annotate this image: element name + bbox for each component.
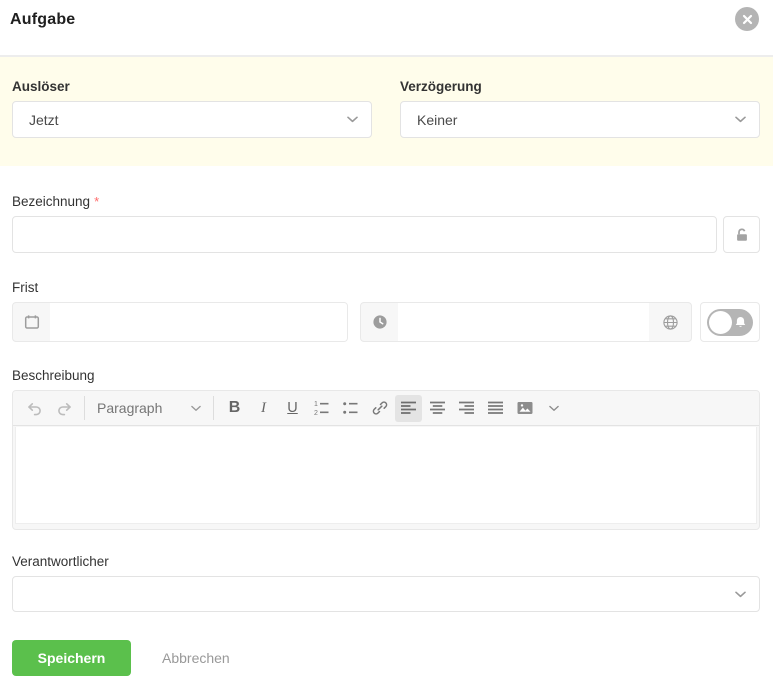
undo-button[interactable] (21, 395, 48, 422)
align-left-button[interactable] (395, 394, 422, 422)
justify-icon (487, 401, 504, 415)
trigger-section: Auslöser Jetzt Verzögerung Keiner (0, 57, 773, 166)
justify-button[interactable] (482, 395, 509, 422)
align-left-icon (400, 401, 417, 415)
svg-text:2: 2 (314, 410, 318, 416)
time-input[interactable] (398, 303, 649, 341)
bold-button[interactable]: B (221, 395, 248, 422)
cancel-button[interactable]: Abbrechen (162, 650, 230, 666)
numbered-list-button[interactable]: 12 (308, 395, 335, 422)
bullet-list-icon (342, 400, 359, 416)
reminder-toggle[interactable] (700, 302, 760, 342)
align-center-button[interactable] (424, 395, 451, 422)
chevron-down-icon (735, 591, 746, 598)
undo-icon (26, 399, 44, 417)
trigger-select-value: Jetzt (29, 111, 59, 128)
lock-button[interactable] (723, 216, 760, 253)
reminder-toggle-track (707, 308, 753, 336)
lock-open-icon (734, 227, 750, 243)
designation-label: Bezeichnung * (12, 194, 760, 210)
delay-select-value: Keiner (417, 111, 458, 128)
description-editor-content[interactable] (15, 427, 757, 524)
deadline-field: Frist (12, 280, 760, 342)
close-button[interactable] (735, 7, 759, 31)
link-icon (371, 399, 389, 417)
delay-select[interactable]: Keiner (400, 101, 760, 138)
reminder-toggle-knob (709, 310, 732, 334)
bullet-list-button[interactable] (337, 395, 364, 422)
responsible-field: Verantwortlicher (12, 554, 760, 612)
deadline-label: Frist (12, 280, 39, 295)
italic-button[interactable]: I (250, 395, 277, 422)
dialog-actions: Speichern Abbrechen (12, 640, 760, 687)
image-icon (516, 400, 534, 416)
align-right-button[interactable] (453, 395, 480, 422)
designation-field: Bezeichnung * (12, 194, 760, 253)
form-body: Bezeichnung * Frist Beschreibung Paragra… (0, 194, 773, 687)
align-right-icon (458, 401, 475, 415)
link-button[interactable] (366, 395, 393, 422)
responsible-label: Verantwortlicher (12, 554, 109, 569)
close-icon (742, 14, 753, 25)
paragraph-style-value: Paragraph (97, 400, 163, 416)
responsible-select[interactable] (12, 576, 760, 612)
date-input[interactable] (50, 303, 347, 341)
dialog-header: Aufgabe (0, 0, 773, 57)
rich-text-editor: Paragraph B I U 12 (12, 390, 760, 530)
svg-text:1: 1 (314, 401, 318, 408)
insert-image-button[interactable] (511, 395, 538, 422)
designation-label-text: Bezeichnung (12, 194, 91, 209)
editor-toolbar: Paragraph B I U 12 (13, 391, 759, 426)
toolbar-separator (213, 396, 214, 420)
date-input-group (12, 302, 348, 342)
time-input-group (360, 302, 692, 342)
align-center-icon (429, 401, 446, 415)
dialog-title: Aufgabe (10, 11, 76, 28)
paragraph-style-dropdown[interactable]: Paragraph (91, 395, 207, 422)
chevron-down-icon (735, 116, 746, 123)
designation-input[interactable] (12, 216, 717, 253)
task-dialog: Aufgabe Auslöser Jetzt Verzögerung Keine… (0, 0, 773, 687)
chevron-down-icon (548, 405, 559, 412)
delay-label: Verzögerung (400, 79, 482, 94)
delay-field: Verzögerung Keiner (400, 79, 760, 138)
description-field: Beschreibung Paragraph B I U 1 2 (12, 368, 760, 530)
description-label: Beschreibung (12, 368, 95, 383)
more-options-button[interactable] (540, 395, 567, 422)
trigger-field: Auslöser Jetzt (12, 79, 372, 138)
numbered-list-icon: 12 (313, 400, 330, 416)
trigger-select[interactable]: Jetzt (12, 101, 372, 138)
chevron-down-icon (347, 116, 358, 123)
underline-button[interactable]: U (279, 395, 306, 422)
toolbar-separator (84, 396, 85, 420)
chevron-down-icon (191, 405, 201, 412)
calendar-icon (13, 303, 50, 341)
globe-icon[interactable] (649, 303, 691, 341)
bell-icon (734, 316, 747, 329)
required-marker: * (94, 194, 100, 209)
save-button[interactable]: Speichern (12, 640, 131, 676)
redo-button[interactable] (50, 395, 77, 422)
redo-icon (55, 399, 73, 417)
clock-icon (361, 303, 398, 341)
trigger-label: Auslöser (12, 79, 70, 94)
